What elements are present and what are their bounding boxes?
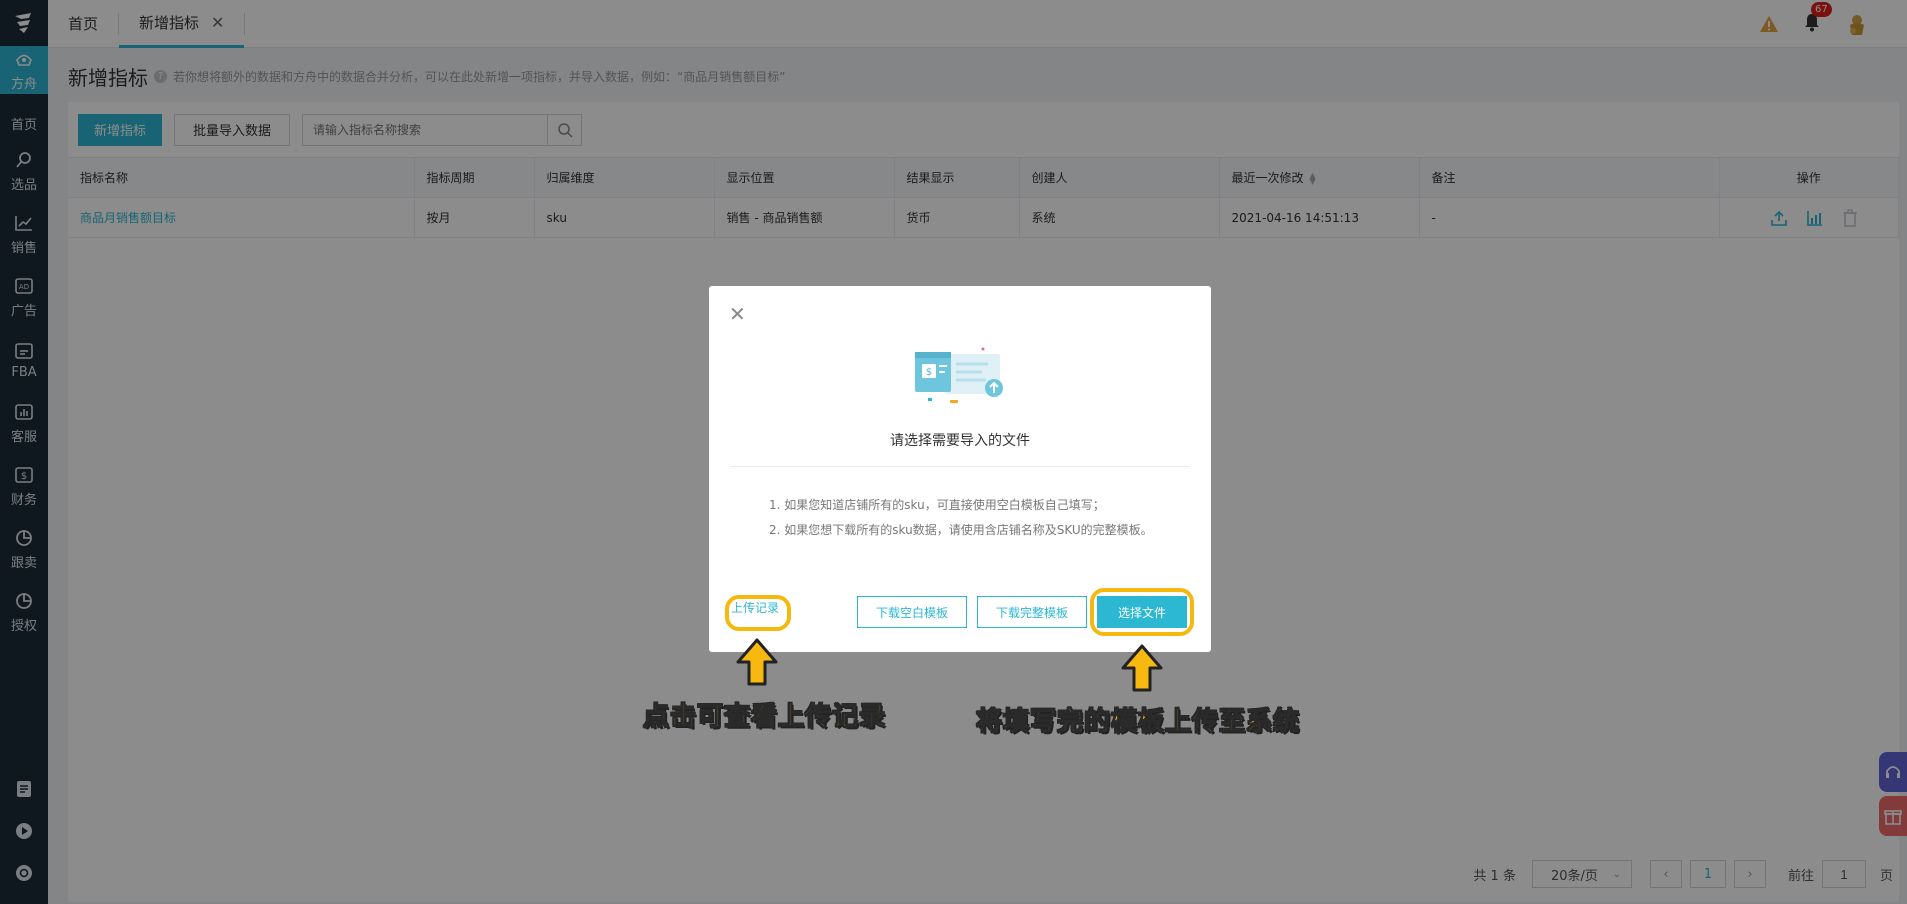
annotation-upload-record: 点击可查看上传记录 <box>642 702 887 733</box>
download-blank-template-button[interactable]: 下载空白模板 <box>857 596 967 628</box>
download-full-template-button[interactable]: 下载完整模板 <box>977 596 1087 628</box>
modal-tip: 1. 如果您知道店铺所有的sku，可直接使用空白模板自己填写； <box>769 498 1105 512</box>
upload-illustration-icon: $ <box>915 347 1003 403</box>
modal-tip: 2. 如果您想下载所有的sku数据，请使用含店铺名称及SKU的完整模板。 <box>769 523 1153 537</box>
modal-title: 请选择需要导入的文件 <box>890 433 1030 449</box>
arrow-up-icon <box>736 638 778 686</box>
modal-divider <box>731 466 1189 467</box>
annotation-choose-file: 将填写完的模板上传至系统 <box>975 707 1301 738</box>
highlight-ring <box>725 595 791 631</box>
arrow-up-icon <box>1121 644 1163 692</box>
close-icon[interactable]: ✕ <box>729 302 746 326</box>
svg-text:$: $ <box>926 367 932 378</box>
highlight-ring <box>1090 588 1194 636</box>
